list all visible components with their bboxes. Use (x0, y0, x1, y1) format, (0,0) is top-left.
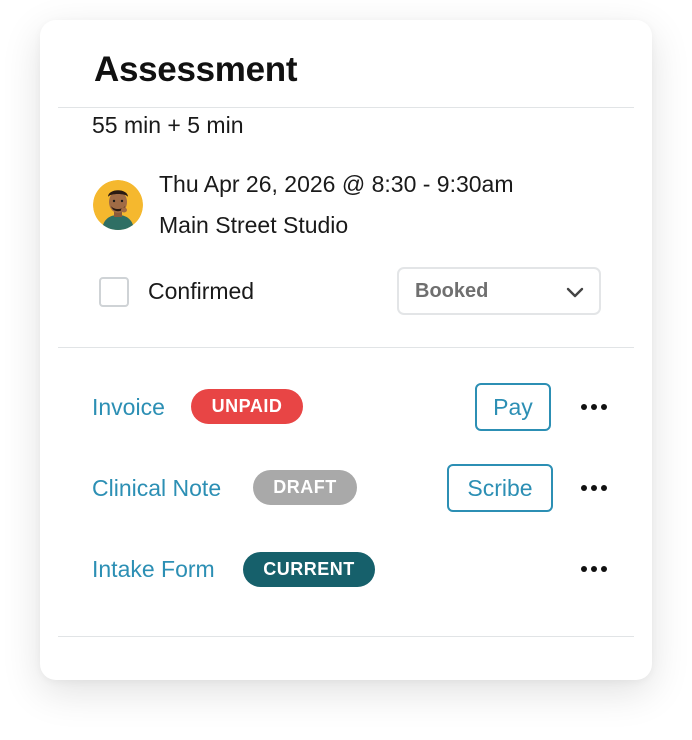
invoice-link[interactable]: Invoice (92, 394, 165, 421)
appointment-card: Assessment 55 min + 5 min Thu Apr 26, 20… (40, 20, 652, 680)
card-title: Assessment (94, 50, 298, 89)
header-divider (58, 107, 634, 108)
status-badge: UNPAID (191, 389, 303, 424)
status-badge: DRAFT (253, 470, 357, 505)
more-horizontal-icon[interactable] (576, 477, 612, 499)
section-divider (58, 347, 634, 348)
status-select[interactable]: Booked (397, 267, 601, 315)
confirmed-checkbox[interactable] (99, 277, 129, 307)
avatar (93, 180, 143, 230)
duration-text: 55 min + 5 min (92, 112, 244, 138)
intake-form-link[interactable]: Intake Form (92, 556, 215, 583)
more-horizontal-icon[interactable] (576, 396, 612, 418)
footer-divider (58, 636, 634, 637)
pay-button[interactable]: Pay (475, 383, 551, 431)
appointment-location: Main Street Studio (159, 212, 349, 238)
clinical-note-link[interactable]: Clinical Note (92, 475, 221, 502)
more-horizontal-icon[interactable] (576, 558, 612, 580)
status-select-value: Booked (415, 280, 489, 302)
appointment-datetime: Thu Apr 26, 2026 @ 8:30 - 9:30am (159, 171, 514, 197)
scribe-button[interactable]: Scribe (447, 464, 553, 512)
status-badge: CURRENT (243, 552, 375, 587)
chevron-down-icon (566, 287, 584, 298)
confirmed-label: Confirmed (148, 278, 255, 304)
